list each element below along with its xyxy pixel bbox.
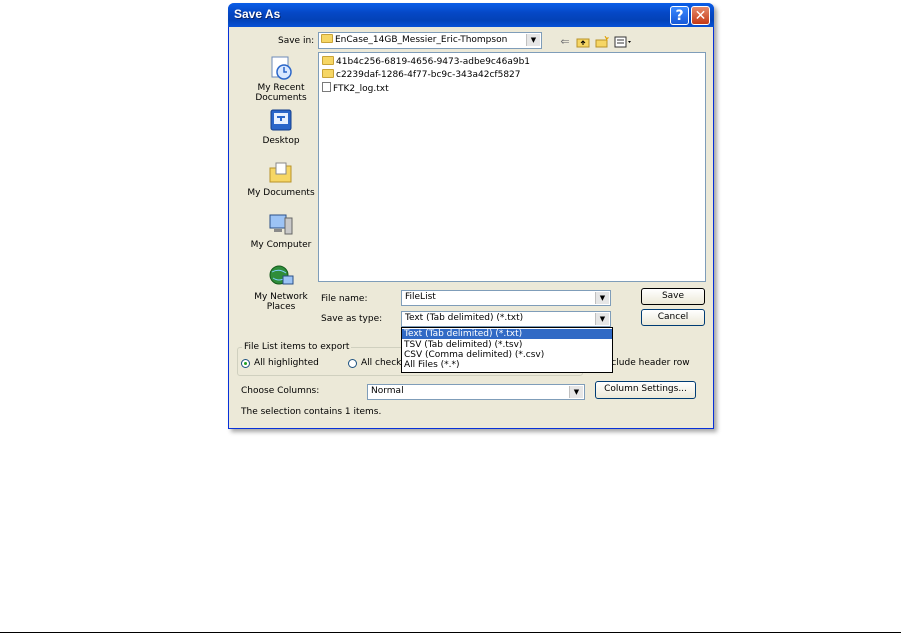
folder-icon [322, 56, 334, 65]
folder-icon [322, 69, 334, 78]
file-name-field[interactable]: FileList ▼ [401, 290, 611, 306]
close-button[interactable]: ✕ [691, 6, 710, 25]
my-computer-icon [267, 212, 295, 238]
back-arrow-icon[interactable]: ⇐ [558, 36, 572, 48]
chevron-down-icon[interactable]: ▼ [595, 313, 609, 325]
list-item[interactable]: 41b4c256-6819-4656-9473-adbe9c46a9b1 [322, 56, 530, 67]
chevron-down-icon[interactable]: ▼ [595, 292, 609, 304]
place-label: Desktop [262, 136, 300, 146]
network-places-icon [267, 264, 295, 290]
place-label: My Recent Documents [255, 83, 307, 103]
dropdown-option[interactable]: TSV (Tab delimited) (*.tsv) [402, 340, 612, 350]
place-label: My Documents [247, 188, 315, 198]
bottom-rule [0, 632, 901, 633]
list-item[interactable]: FTK2_log.txt [322, 82, 389, 94]
column-settings-button[interactable]: Column Settings... [595, 381, 696, 399]
save-as-type-label: Save as type: [321, 314, 383, 324]
chevron-down-icon[interactable]: ▼ [569, 386, 583, 398]
save-in-combo[interactable]: EnCase_14GB_Messier_Eric-Thompson ▼ [318, 32, 542, 49]
file-list[interactable]: 41b4c256-6819-4656-9473-adbe9c46a9b1 c22… [318, 52, 706, 282]
choose-columns-label: Choose Columns: [241, 386, 320, 396]
desktop-icon [267, 108, 295, 134]
save-as-type-select[interactable]: Text (Tab delimited) (*.txt) ▼ [401, 311, 611, 327]
recent-documents-icon [267, 55, 295, 81]
save-as-type-dropdown[interactable]: Text (Tab delimited) (*.txt) TSV (Tab de… [401, 327, 613, 373]
place-desktop[interactable]: Desktop [240, 108, 322, 146]
all-checked-label: All checke [361, 358, 407, 368]
up-folder-icon[interactable] [576, 36, 590, 48]
choose-columns-select[interactable]: Normal ▼ [367, 384, 585, 400]
list-item[interactable]: c2239daf-1286-4f77-bc9c-343a42cf5827 [322, 69, 521, 80]
include-header-label: Include header row [603, 358, 690, 368]
place-label: My Network Places [254, 292, 308, 312]
views-menu-icon[interactable] [614, 36, 632, 48]
help-button[interactable]: ? [670, 6, 689, 25]
place-my-computer[interactable]: My Computer [240, 212, 322, 250]
dropdown-option[interactable]: Text (Tab delimited) (*.txt) [402, 329, 612, 339]
title-bar[interactable]: Save As ? ✕ [228, 3, 714, 27]
dropdown-option[interactable]: All Files (*.*) [402, 360, 612, 370]
dropdown-option[interactable]: CSV (Comma delimited) (*.csv) [402, 350, 612, 360]
save-in-value: EnCase_14GB_Messier_Eric-Thompson [335, 35, 508, 45]
dialog-title: Save As [234, 7, 281, 21]
place-label: My Computer [250, 240, 312, 250]
all-checked-radio[interactable] [348, 359, 357, 368]
all-highlighted-radio[interactable] [241, 359, 250, 368]
text-file-icon [322, 82, 331, 92]
save-button[interactable]: Save [641, 288, 705, 305]
status-text: The selection contains 1 items. [241, 407, 382, 417]
cancel-button[interactable]: Cancel [641, 309, 705, 326]
place-recent[interactable]: My Recent Documents [240, 55, 322, 103]
save-as-dialog: Save As ? ✕ Save in: EnCase_14GB_Messier… [228, 3, 714, 429]
chevron-down-icon[interactable]: ▼ [526, 34, 540, 46]
all-highlighted-label: All highlighted [254, 358, 319, 368]
file-name-label: File name: [321, 294, 368, 304]
place-network[interactable]: My Network Places [240, 264, 322, 312]
places-bar: My Recent Documents Desktop My Documents… [240, 43, 322, 312]
export-group-legend: File List items to export [242, 342, 352, 352]
place-my-documents[interactable]: My Documents [240, 160, 322, 198]
new-folder-icon[interactable] [595, 35, 610, 48]
folder-icon [321, 34, 333, 43]
my-documents-icon [267, 160, 295, 186]
